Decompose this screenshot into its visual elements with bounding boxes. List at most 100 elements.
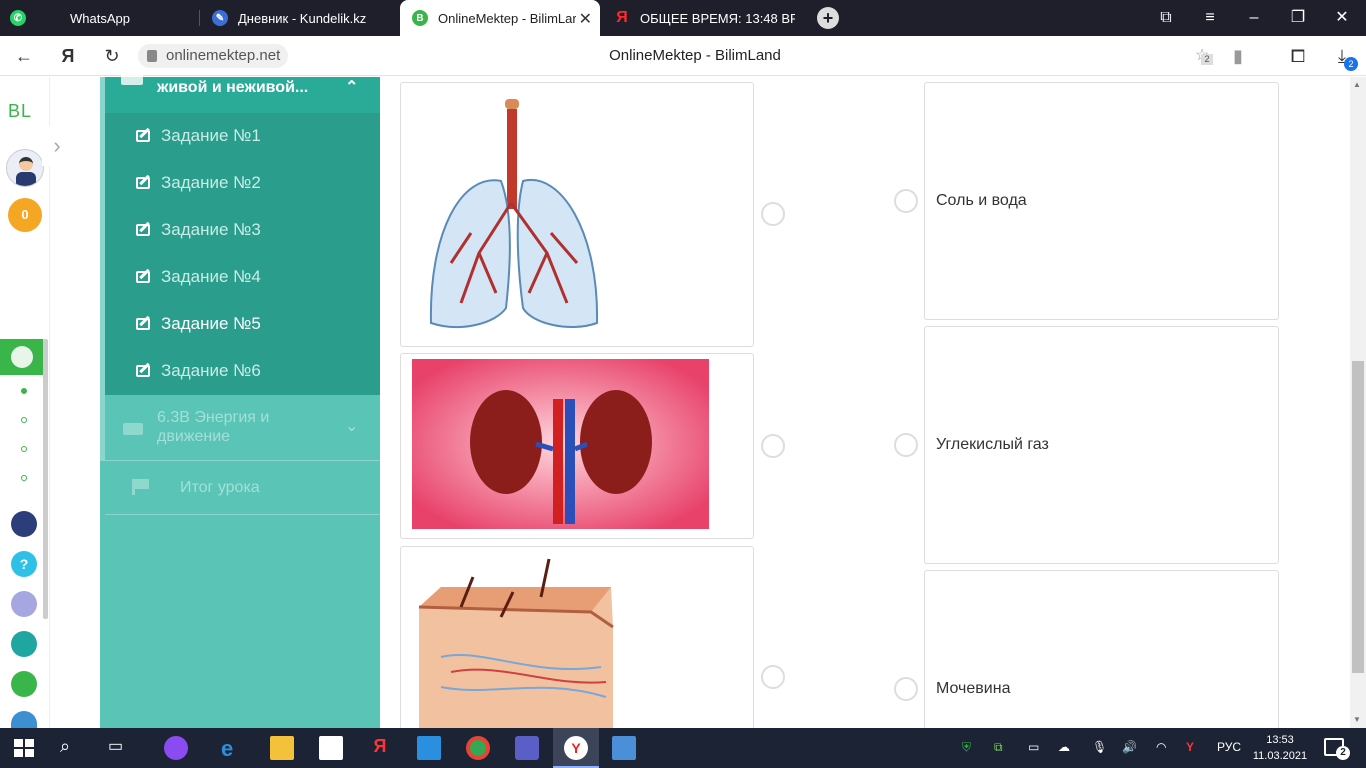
section-header-current[interactable]: живой и неживой... ⌃ [105,73,380,113]
yandex-tray-icon[interactable]: Y [1186,740,1194,754]
teams-icon[interactable] [515,736,539,760]
help-icon[interactable]: ? [11,551,37,577]
task-item-6[interactable]: Задание №6 [105,348,380,395]
taskbar-yandex-browser-active[interactable]: Y [553,728,599,768]
lesson-sidebar: живой и неживой... ⌃ Задание №1 Задание … [100,73,380,728]
image-card-kidneys [400,353,754,539]
edit-icon [136,365,150,377]
volume-icon[interactable]: 🔊 [1122,740,1137,754]
language-indicator[interactable]: РУС [1217,740,1241,754]
image-card-lungs [400,82,754,347]
close-tab-icon[interactable]: ✕ [579,9,592,29]
match-radio-right-3[interactable] [894,677,918,701]
edge-icon[interactable]: e [221,736,245,761]
task-label: Задание №6 [161,361,261,380]
task-item-2[interactable]: Задание №2 [105,160,380,207]
edit-icon [136,318,150,330]
bilimland-icon[interactable] [11,671,37,697]
yandex-icon[interactable]: Я [368,736,392,760]
tab-onlinemektep[interactable]: B OnlineMektep - BilimLar ✕ [400,0,600,36]
store-icon[interactable] [319,736,343,760]
chrome-icon[interactable] [466,736,490,760]
scroll-up-icon[interactable]: ▲ [1353,80,1361,89]
minimize-button[interactable]: – [1234,0,1274,36]
bookmark-icon[interactable]: ▮ [1226,44,1250,68]
search-icon[interactable]: ⌕ [60,736,84,760]
task-view-icon[interactable]: ▭ [108,736,132,760]
task-item-4[interactable]: Задание №4 [105,254,380,301]
avatar[interactable] [6,149,44,187]
keyboard-icon[interactable] [11,591,37,617]
rail-subitem[interactable] [21,475,27,481]
rail-subitem[interactable] [21,446,27,452]
bilimland-logo[interactable]: BL [8,101,32,122]
match-radio-right-2[interactable] [894,433,918,457]
microphone-icon[interactable]: 🎙 [1092,740,1107,754]
answer-label-2: Углекислый газ [936,436,1049,453]
match-radio-right-1[interactable] [894,189,918,213]
extensions-icon[interactable]: ⧠ [1286,44,1310,68]
restore-button[interactable]: ❐ [1278,0,1318,36]
task-label: Задание №1 [161,126,261,145]
flag-icon [132,479,150,495]
wifi-icon[interactable]: ◠ [1156,740,1166,754]
edit-icon [136,130,150,142]
match-radio-left-3[interactable] [761,665,785,689]
task-list: Задание №1 Задание №2 Задание №3 Задание… [105,113,380,395]
lesson-summary-item[interactable]: Итог урока [105,461,380,515]
bilim-library-icon[interactable] [11,711,37,728]
tab-timer[interactable]: Я ОБЩЕЕ ВРЕМЯ: 13:48 ВРЕ [600,0,800,36]
file-explorer-icon[interactable] [270,736,294,760]
section-title: 6.3В Энергия и движение [157,409,270,445]
chevron-down-icon[interactable]: ⌄ [345,416,358,436]
collections-count: 2 [1201,54,1213,65]
rail-scrollbar[interactable] [43,339,48,619]
page-scrollbar[interactable]: ▲ ▼ [1350,77,1366,728]
sync-icon[interactable]: ⧉ [994,740,1003,755]
scroll-down-icon[interactable]: ▼ [1353,715,1361,724]
onedrive-icon[interactable]: ☁ [1058,740,1070,754]
photos-icon[interactable] [612,736,636,760]
lungs-image [429,99,599,329]
tab-whatsapp[interactable]: ✆ WhatsApp [0,0,200,36]
kundelik-icon: ✎ [212,10,228,26]
defender-icon[interactable]: ⛨ [962,740,971,755]
tab-label: Дневник - Kundelik.kz [238,10,367,26]
edit-icon [136,177,150,189]
address-bar: ← Я ↻ onlinemektep.net OnlineMektep - Bi… [0,36,1366,76]
graduation-cap-icon [121,73,143,85]
graduation-cap-icon [123,423,143,435]
rail-item-onlinemektep[interactable] [0,339,43,375]
smart-nation-icon[interactable] [11,511,37,537]
alice-icon[interactable] [164,736,188,760]
clock[interactable]: 13:53 11.03.2021 [1248,732,1312,764]
section-header-next[interactable]: 6.3В Энергия и движение ⌄ [105,395,380,461]
answer-label-3: Мочевина [936,680,1011,697]
close-window-button[interactable]: ✕ [1322,0,1362,36]
new-tab-button[interactable]: + [817,7,839,29]
rail-subitem[interactable] [21,388,27,394]
tab-kundelik[interactable]: ✎ Дневник - Kundelik.kz [200,0,400,36]
edit-icon [136,224,150,236]
match-radio-left-1[interactable] [761,202,785,226]
onlinemektep-icon: B [412,10,428,26]
tabs-overview-icon[interactable]: ⧉ [1146,0,1186,36]
coins-badge[interactable]: 0 [8,198,42,232]
whatsapp-icon: ✆ [10,10,26,26]
task-label: Задание №5 [161,314,261,333]
clock-time: 13:53 [1266,734,1294,746]
task-item-1[interactable]: Задание №1 [105,113,380,160]
yandex-browser-icon: Y [564,736,588,760]
chevron-up-icon[interactable]: ⌃ [345,77,358,97]
task-item-5[interactable]: Задание №5 [105,301,380,348]
task-item-3[interactable]: Задание №3 [105,207,380,254]
kidneys-image [412,359,709,529]
bilim-contest-icon[interactable] [11,631,37,657]
mail-icon[interactable] [417,736,441,760]
battery-icon[interactable]: ▭ [1028,740,1039,754]
scrollbar-thumb[interactable] [1352,361,1364,673]
menu-icon[interactable]: ≡ [1190,0,1230,36]
rail-subitem[interactable] [21,417,27,423]
windows-start-icon[interactable] [12,736,36,760]
match-radio-left-2[interactable] [761,434,785,458]
